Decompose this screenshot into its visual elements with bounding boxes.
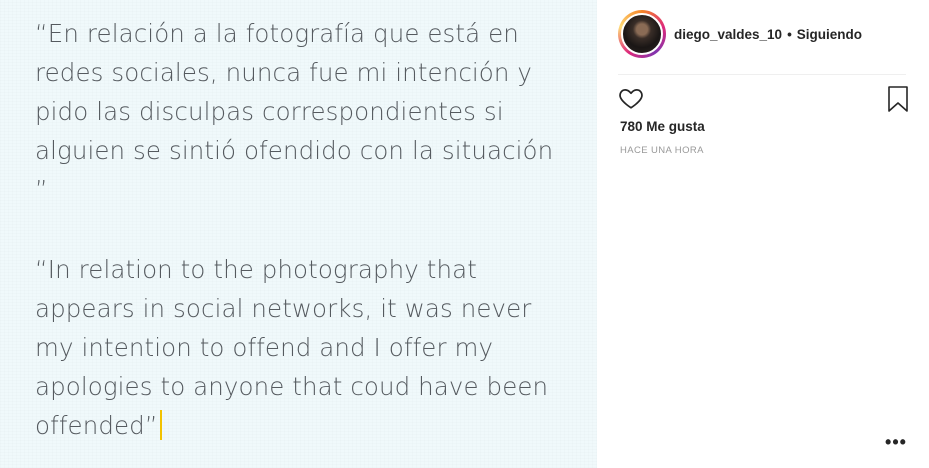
post-sidebar: diego_valdes_10 • Siguiendo 780 Me gusta… [597,0,929,468]
action-bar [618,85,910,113]
post-timestamp[interactable]: HACE UNA HORA [620,145,704,156]
bookmark-icon[interactable] [886,85,910,113]
quote-spanish-text: “En relación a la fotografía que está en… [35,19,554,204]
header-text: diego_valdes_10 • Siguiendo [674,27,862,42]
avatar-image [621,13,663,55]
header-divider [618,74,906,75]
quote-spanish: “En relación a la fotografía que está en… [35,14,575,209]
heart-icon[interactable] [618,85,644,111]
follow-status-button[interactable]: Siguiendo [797,27,862,42]
quote-english: “In relation to the photography that app… [35,250,575,445]
username-link[interactable]: diego_valdes_10 [674,27,782,42]
post-image[interactable]: “En relación a la fotografía que está en… [0,0,597,468]
likes-count[interactable]: 780 Me gusta [620,119,705,134]
quote-english-text: “In relation to the photography that app… [35,255,549,440]
more-options-icon[interactable]: ••• [885,432,907,452]
header-separator: • [787,26,792,42]
post-header: diego_valdes_10 • Siguiendo [618,10,907,58]
avatar[interactable] [618,10,666,58]
text-cursor [159,410,162,440]
